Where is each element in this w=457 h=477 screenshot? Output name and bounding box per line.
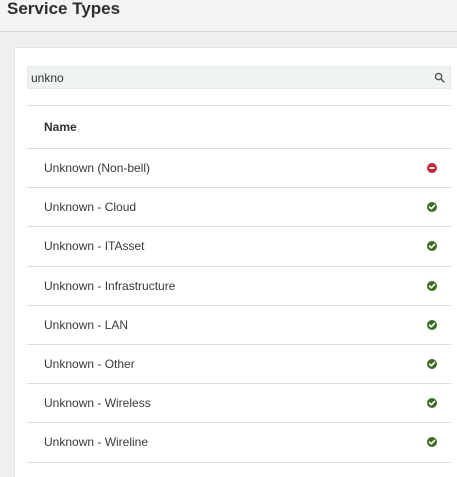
service-types-table: Name Unknown (Non-bell) Unknown - Cloud Un… <box>27 105 451 463</box>
search-box[interactable] <box>27 66 451 89</box>
check-circle-icon <box>427 398 437 409</box>
page-title: Service Types <box>7 0 121 18</box>
table-row[interactable]: Unknown - Infrastructure <box>27 267 451 306</box>
column-header-name[interactable]: Name <box>44 120 77 134</box>
service-type-name: Unknown - Cloud <box>44 200 137 215</box>
table-header: Name <box>27 105 451 149</box>
service-type-name: Unknown - Wireless <box>44 396 151 411</box>
table-row[interactable]: Unknown - ITAsset <box>27 227 451 267</box>
search-icon[interactable] <box>434 72 445 83</box>
table-row[interactable]: Unknown - LAN <box>27 306 451 345</box>
service-type-name: Unknown - ITAsset <box>44 239 145 254</box>
table-row[interactable]: Unknown - Wireline <box>27 423 451 463</box>
table-body: Unknown (Non-bell) Unknown - Cloud Unknown… <box>27 149 451 463</box>
page-header: Service Types <box>0 0 457 32</box>
service-type-name: Unknown - LAN <box>44 317 129 332</box>
table-row[interactable]: Unknown (Non-bell) <box>27 149 451 189</box>
service-type-name: Unknown - Infrastructure <box>44 278 176 293</box>
table-row[interactable]: Unknown - Cloud <box>27 188 451 228</box>
check-circle-icon <box>427 319 437 330</box>
check-circle-icon <box>427 437 437 448</box>
search-input[interactable] <box>28 67 424 88</box>
service-types-panel: Name Unknown (Non-bell)Unknown - CloudUn… <box>14 47 457 477</box>
minus-circle-icon <box>427 163 437 173</box>
service-type-name: Unknown (Non-bell) <box>44 161 151 175</box>
check-circle-icon <box>427 280 437 291</box>
check-circle-icon <box>427 202 437 213</box>
table-row[interactable]: Unknown - Wireless <box>27 384 451 424</box>
check-circle-icon <box>427 241 437 252</box>
table-row[interactable]: Unknown - Other <box>27 345 451 385</box>
service-type-name: Unknown - Wireline <box>44 435 149 450</box>
service-type-name: Unknown - Other <box>44 356 135 371</box>
check-circle-icon <box>427 358 437 369</box>
